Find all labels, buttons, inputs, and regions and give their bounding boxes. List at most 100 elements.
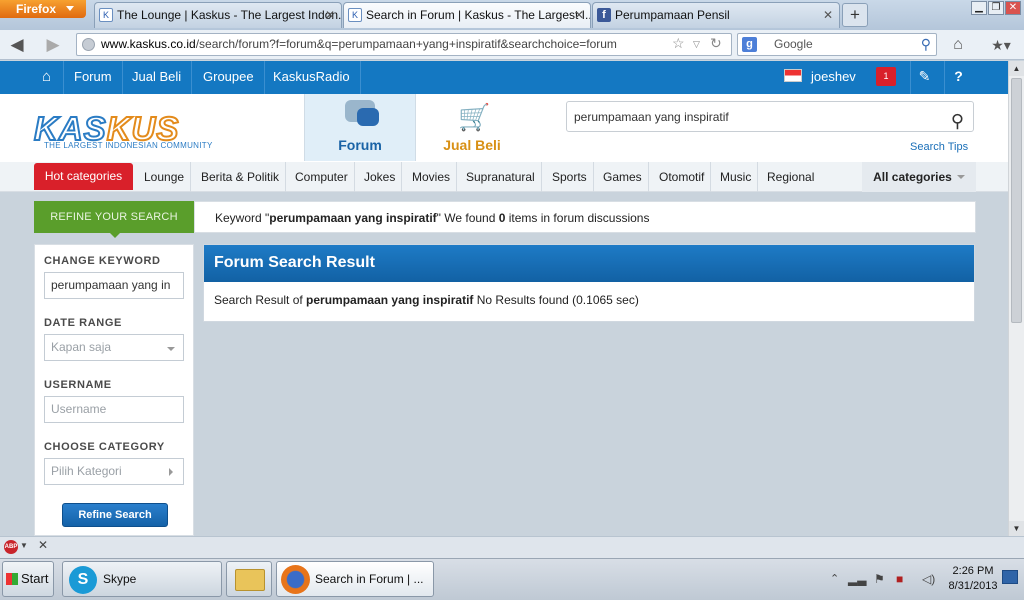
bookmarks-menu-icon[interactable]: ★▾ — [986, 34, 1016, 56]
result-text: Search Result of perumpamaan yang inspir… — [214, 293, 639, 307]
taskbar-clock[interactable]: 2:26 PM 8/31/2013 — [946, 564, 1000, 594]
date-range-value: Kapan saja — [51, 340, 112, 354]
category-berita-politik[interactable]: Berita & Politik — [195, 162, 287, 192]
tab-forum[interactable]: Forum — [304, 94, 416, 161]
tab-perumpamaan-pensil[interactable]: f Perumpamaan Pensil ✕ — [592, 2, 840, 28]
google-icon: g — [742, 37, 757, 52]
search-engine-box[interactable]: g Google ⚲ — [737, 33, 937, 56]
taskbar-task-label: Skype — [103, 572, 137, 586]
page-scrollbar[interactable]: ▲ ▼ — [1008, 61, 1024, 536]
dropdown-arrow-icon[interactable]: ▽ — [693, 39, 700, 50]
start-label: Start — [21, 571, 49, 586]
result-keyword: perumpamaan yang inspiratif — [306, 293, 474, 307]
category-sports[interactable]: Sports — [546, 162, 594, 192]
adblock-plus-icon[interactable]: ABP — [4, 540, 18, 554]
back-arrow-icon[interactable]: ◀ — [6, 34, 28, 56]
avatar[interactable] — [784, 69, 802, 82]
facebook-favicon-icon: f — [597, 8, 611, 22]
tab-the-lounge[interactable]: K The Lounge | Kaskus - The Largest Indo… — [94, 2, 342, 28]
username-input[interactable]: Username — [44, 396, 184, 423]
hot-categories-button[interactable]: Hot categories — [34, 163, 133, 190]
tab-title: Search in Forum | Kaskus - The Largest I… — [366, 8, 591, 22]
kaskus-favicon-icon: K — [348, 8, 362, 22]
msg-text: " We found — [436, 211, 499, 225]
close-addon-bar-icon[interactable]: ✕ — [38, 538, 48, 552]
close-window-button[interactable]: ✕ — [1005, 1, 1021, 15]
show-hidden-icons-icon[interactable]: ⌃ — [830, 561, 839, 597]
bookmark-star-icon[interactable]: ☆ — [672, 35, 685, 52]
topbar-item-kaskusradio[interactable]: KaskusRadio — [263, 61, 361, 94]
show-desktop-button[interactable] — [1002, 570, 1018, 584]
taskbar-firefox[interactable]: Search in Forum | ... — [276, 561, 434, 597]
all-categories-button[interactable]: All categories — [862, 162, 976, 192]
forward-arrow-icon[interactable]: ▶ — [42, 34, 64, 56]
close-tab-icon[interactable]: ✕ — [574, 3, 584, 27]
close-tab-icon[interactable]: ✕ — [325, 3, 335, 27]
change-keyword-input[interactable]: perumpamaan yang in — [44, 272, 184, 299]
firefox-icon — [281, 565, 310, 594]
logo-tagline: THE LARGEST INDONESIAN COMMUNITY — [44, 141, 213, 150]
scrollbar-thumb[interactable] — [1011, 78, 1022, 323]
username-label[interactable]: joeshev — [811, 61, 856, 92]
tab-forum-label: Forum — [338, 137, 382, 153]
tab-jual-beli[interactable]: 🛒 Jual Beli — [416, 94, 528, 161]
close-tab-icon[interactable]: ✕ — [823, 3, 833, 27]
change-keyword-label: CHANGE KEYWORD — [44, 255, 161, 267]
search-icon[interactable]: ⚲ — [951, 106, 964, 136]
category-games[interactable]: Games — [597, 162, 649, 192]
action-center-flag-icon[interactable]: ⚑ — [874, 561, 885, 597]
scroll-down-arrow-icon[interactable]: ▼ — [1009, 521, 1024, 536]
category-value: Pilih Kategori — [51, 464, 122, 478]
chevron-down-icon — [167, 347, 175, 351]
refine-search-button[interactable]: Refine Search — [62, 503, 168, 527]
category-music[interactable]: Music — [714, 162, 759, 192]
kaskus-favicon-icon: K — [99, 8, 113, 22]
restore-button[interactable]: ❐ — [988, 1, 1004, 15]
minimize-button[interactable]: ▁ — [971, 1, 987, 15]
search-icon[interactable]: ⚲ — [921, 34, 931, 55]
pointer-triangle-icon — [110, 233, 120, 238]
topbar-item-forum[interactable]: Forum — [64, 61, 123, 94]
tab-title: Perumpamaan Pensil — [615, 8, 730, 22]
msg-text: Keyword " — [215, 211, 270, 225]
tab-jual-beli-label: Jual Beli — [443, 137, 501, 153]
skype-icon: S — [69, 566, 97, 594]
chevron-down-icon[interactable]: ▼ — [20, 541, 28, 550]
search-tips-link[interactable]: Search Tips — [910, 141, 968, 153]
category-jokes[interactable]: Jokes — [358, 162, 403, 192]
taskbar-skype[interactable]: S Skype — [62, 561, 222, 597]
pencil-icon[interactable]: ✎ — [910, 61, 938, 94]
category-supranatural[interactable]: Supranatural — [460, 162, 542, 192]
topbar-item-groupee[interactable]: Groupee — [193, 61, 265, 94]
search-input-value: perumpamaan yang inspiratif — [574, 110, 729, 124]
tab-title: The Lounge | Kaskus - The Largest Indon.… — [117, 8, 342, 22]
category-regional[interactable]: Regional — [761, 162, 820, 192]
category-lounge[interactable]: Lounge — [138, 162, 192, 192]
firefox-menu-button[interactable]: Firefox — [0, 0, 86, 18]
category-select[interactable]: Pilih Kategori — [44, 458, 184, 485]
home-icon[interactable]: ⌂ — [947, 34, 969, 56]
kaskus-search-input[interactable]: perumpamaan yang inspiratif ⚲ — [566, 101, 974, 132]
notification-badge[interactable]: 1 — [876, 67, 896, 86]
home-icon[interactable]: ⌂ — [30, 61, 64, 94]
category-computer[interactable]: Computer — [289, 162, 355, 192]
start-button[interactable]: Start — [2, 561, 54, 597]
volume-icon[interactable]: ◁) — [922, 561, 935, 597]
security-icon[interactable]: ■ — [896, 561, 903, 597]
date-range-select[interactable]: Kapan saja — [44, 334, 184, 361]
url-bar[interactable]: www.kaskus.co.id/search/forum?f=forum&q=… — [76, 33, 732, 56]
topbar-item-jual-beli[interactable]: Jual Beli — [122, 61, 193, 94]
network-icon[interactable]: ▂▃ — [848, 561, 866, 597]
refine-title: REFINE YOUR SEARCH — [50, 211, 178, 223]
tab-search-in-forum[interactable]: K Search in Forum | Kaskus - The Largest… — [343, 2, 591, 28]
help-icon[interactable]: ? — [944, 61, 972, 94]
new-tab-button[interactable]: + — [842, 3, 868, 27]
refine-search-header: REFINE YOUR SEARCH — [34, 201, 194, 238]
forum-search-result-panel: Forum Search Result Search Result of per… — [203, 244, 975, 322]
category-otomotif[interactable]: Otomotif — [653, 162, 712, 192]
taskbar-file-explorer[interactable] — [226, 561, 272, 597]
category-movies[interactable]: Movies — [406, 162, 458, 192]
scroll-up-arrow-icon[interactable]: ▲ — [1009, 61, 1024, 76]
reload-icon[interactable]: ↻ — [710, 35, 722, 52]
chevron-right-icon — [169, 468, 173, 476]
